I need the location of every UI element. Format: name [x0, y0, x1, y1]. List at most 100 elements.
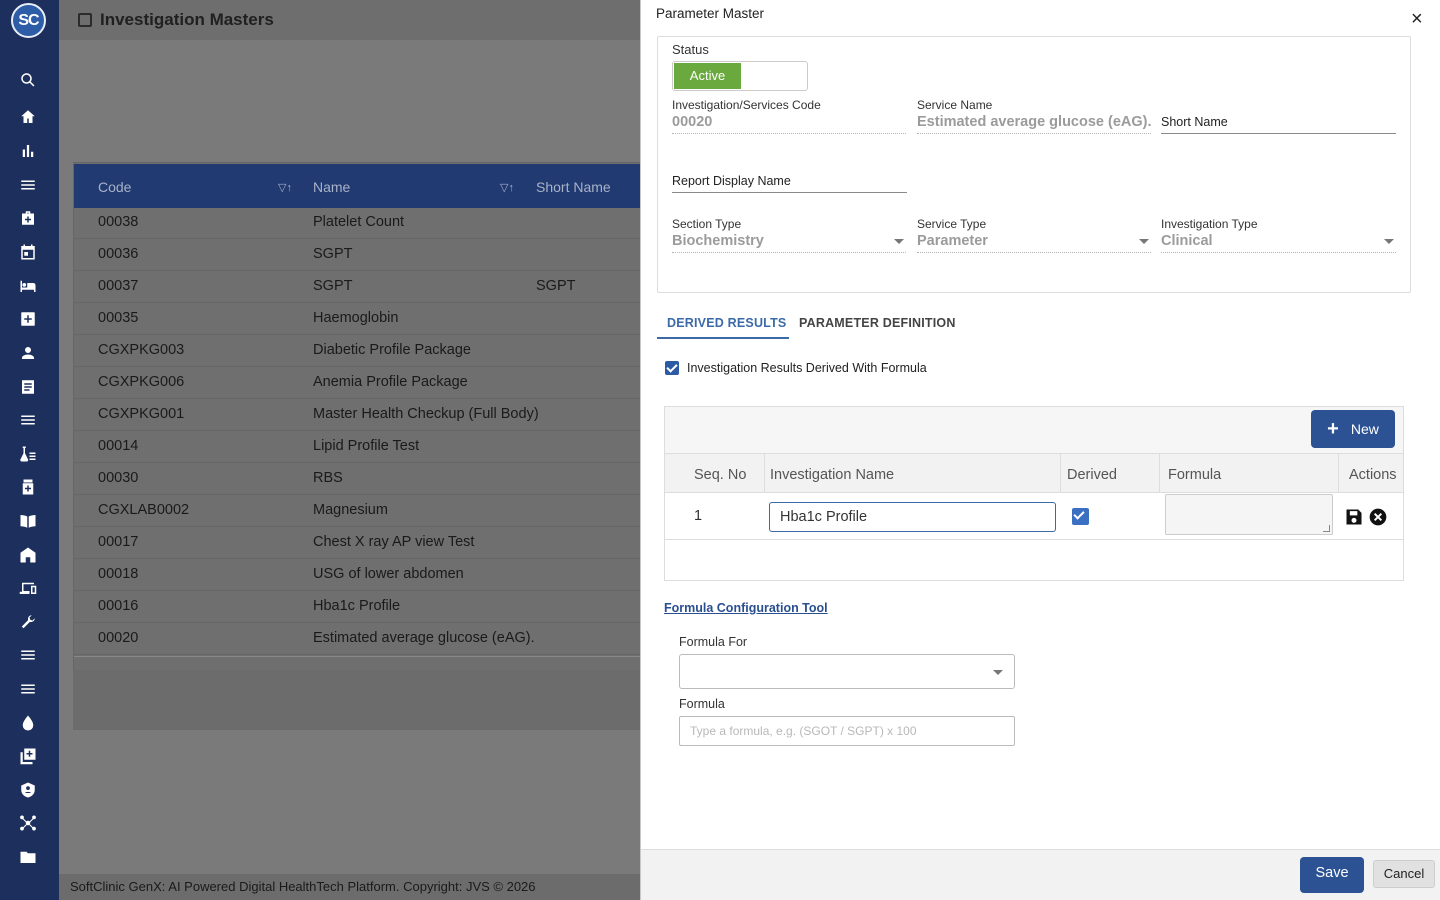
search-icon[interactable]: [18, 70, 38, 90]
add-box-icon[interactable]: [18, 746, 38, 766]
section-type-select[interactable]: Biochemistry: [672, 227, 906, 253]
chevron-down-icon: [894, 239, 904, 244]
building-icon[interactable]: [18, 545, 38, 565]
row-code: CGXPKG006: [98, 374, 185, 390]
row-name: Hba1c Profile: [313, 598, 401, 614]
user-icon[interactable]: [18, 343, 38, 363]
grid-header-derived: Derived: [1067, 467, 1117, 483]
table-row[interactable]: 00018 USG of lower abdomen: [74, 559, 654, 591]
short-name-input[interactable]: Short Name: [1161, 108, 1396, 134]
formula-label: Formula: [679, 697, 725, 711]
grid-header: Seq. No Investigation Name Derived Formu…: [665, 453, 1403, 494]
home-icon[interactable]: [18, 107, 38, 127]
filter-sort-icon[interactable]: ▽↑: [278, 181, 292, 194]
remove-icon[interactable]: [1368, 507, 1388, 527]
table-row[interactable]: CGXPKG001 Master Health Checkup (Full Bod…: [74, 399, 654, 431]
formula-for-label: Formula For: [679, 635, 748, 649]
drop-icon[interactable]: [18, 713, 38, 733]
app-logo[interactable]: SC: [11, 3, 46, 38]
table-row[interactable]: 00016 Hba1c Profile: [74, 591, 654, 623]
grid-header-actions: Actions: [1349, 467, 1397, 483]
formula-for-select[interactable]: [679, 654, 1015, 689]
status-toggle[interactable]: Active: [672, 61, 808, 91]
save-button[interactable]: Save: [1300, 857, 1364, 893]
investigation-type-select[interactable]: Clinical: [1161, 227, 1396, 253]
pharmacy-icon[interactable]: [18, 477, 38, 497]
plus-icon: +: [1327, 418, 1339, 440]
formula-input[interactable]: Type a formula, e.g. (SGOT / SGPT) x 100: [679, 716, 1015, 746]
network-icon[interactable]: [18, 813, 38, 833]
menu-icon-3[interactable]: [18, 679, 38, 699]
document-icon[interactable]: [18, 377, 38, 397]
filter-sort-icon[interactable]: ▽↑: [500, 181, 514, 194]
calendar-icon[interactable]: [18, 242, 38, 262]
list-icon[interactable]: [18, 410, 38, 430]
report-display-name-input[interactable]: Report Display Name: [672, 167, 907, 193]
chevron-down-icon: [1384, 239, 1394, 244]
table-row[interactable]: 00014 Lipid Profile Test: [74, 431, 654, 463]
plus-box-icon[interactable]: [18, 309, 38, 329]
new-button[interactable]: + New: [1311, 410, 1395, 448]
formula-configuration-tool-link[interactable]: Formula Configuration Tool: [664, 601, 828, 615]
row-code: 00036: [98, 246, 139, 262]
folder-icon[interactable]: [18, 847, 38, 867]
tab-parameter-definition[interactable]: PARAMETER DEFINITION: [799, 316, 956, 330]
wrench-icon[interactable]: [18, 612, 38, 632]
devices-icon[interactable]: [18, 578, 38, 598]
grid-divider: [1060, 454, 1061, 494]
bar-chart-icon[interactable]: [18, 141, 38, 161]
column-header-name[interactable]: Name: [313, 179, 350, 195]
table-row[interactable]: 00017 Chest X ray AP view Test: [74, 527, 654, 559]
grid-divider: [1338, 454, 1339, 494]
row-code: 00037: [98, 278, 139, 294]
table-header: Code ▽↑ Name ▽↑ Short Name: [74, 164, 654, 208]
row-code: 00035: [98, 310, 139, 326]
new-button-label: New: [1350, 421, 1379, 437]
lab-icon[interactable]: [18, 444, 38, 464]
row-formula-textarea[interactable]: [1165, 494, 1333, 535]
save-icon[interactable]: [1344, 507, 1364, 527]
table-row[interactable]: CGXPKG003 Diabetic Profile Package: [74, 335, 654, 367]
table-row[interactable]: 00036 SGPT: [74, 239, 654, 271]
close-icon[interactable]: ×: [1411, 9, 1423, 29]
menu-icon[interactable]: [18, 175, 38, 195]
derived-row-checkbox[interactable]: [1072, 508, 1089, 525]
bed-icon[interactable]: [18, 276, 38, 296]
row-name: SGPT: [313, 246, 353, 262]
table-footer-line: [74, 656, 654, 666]
row-name: Magnesium: [313, 502, 388, 518]
code-field: 00020: [672, 108, 906, 134]
investigation-type-value: Clinical: [1161, 233, 1213, 249]
grid-divider: [764, 454, 765, 494]
table-row[interactable]: CGXPKG006 Anemia Profile Package: [74, 367, 654, 399]
tab-derived-results[interactable]: DERIVED RESULTS: [667, 316, 786, 330]
service-name-field: Estimated average glucose (eAG).: [917, 108, 1151, 134]
service-type-select[interactable]: Parameter: [917, 227, 1151, 253]
column-header-short-name[interactable]: Short Name: [536, 179, 611, 195]
cancel-button[interactable]: Cancel: [1373, 860, 1435, 888]
book-icon[interactable]: [18, 511, 38, 531]
table-row[interactable]: 00038 Platelet Count: [74, 207, 654, 239]
status-active-option[interactable]: Active: [674, 63, 741, 89]
row-name: Master Health Checkup (Full Body): [313, 406, 539, 422]
investigation-name-input[interactable]: Hba1c Profile: [769, 502, 1056, 532]
row-code: 00018: [98, 566, 139, 582]
shield-icon[interactable]: [18, 780, 38, 800]
service-type-value: Parameter: [917, 233, 988, 249]
table-row[interactable]: 00035 Haemoglobin: [74, 303, 654, 335]
table-row[interactable]: 00020 Estimated average glucose (eAG).: [74, 623, 654, 655]
medical-bag-icon[interactable]: [18, 208, 38, 228]
row-name: Haemoglobin: [313, 310, 399, 326]
table-row[interactable]: CGXLAB0002 Magnesium: [74, 495, 654, 527]
row-name: RBS: [313, 470, 343, 486]
table-row[interactable]: 00030 RBS: [74, 463, 654, 495]
row-code: 00030: [98, 470, 139, 486]
menu-icon-2[interactable]: [18, 645, 38, 665]
row-name: Lipid Profile Test: [313, 438, 420, 454]
table-row[interactable]: 00037 SGPT SGPT: [74, 271, 654, 303]
derived-formula-checkbox[interactable]: [665, 361, 679, 375]
service-name-value: Estimated average glucose (eAG).: [917, 114, 1151, 130]
column-header-code[interactable]: Code: [98, 179, 131, 195]
row-short-name: SGPT: [536, 278, 576, 294]
row-code: 00014: [98, 438, 139, 454]
